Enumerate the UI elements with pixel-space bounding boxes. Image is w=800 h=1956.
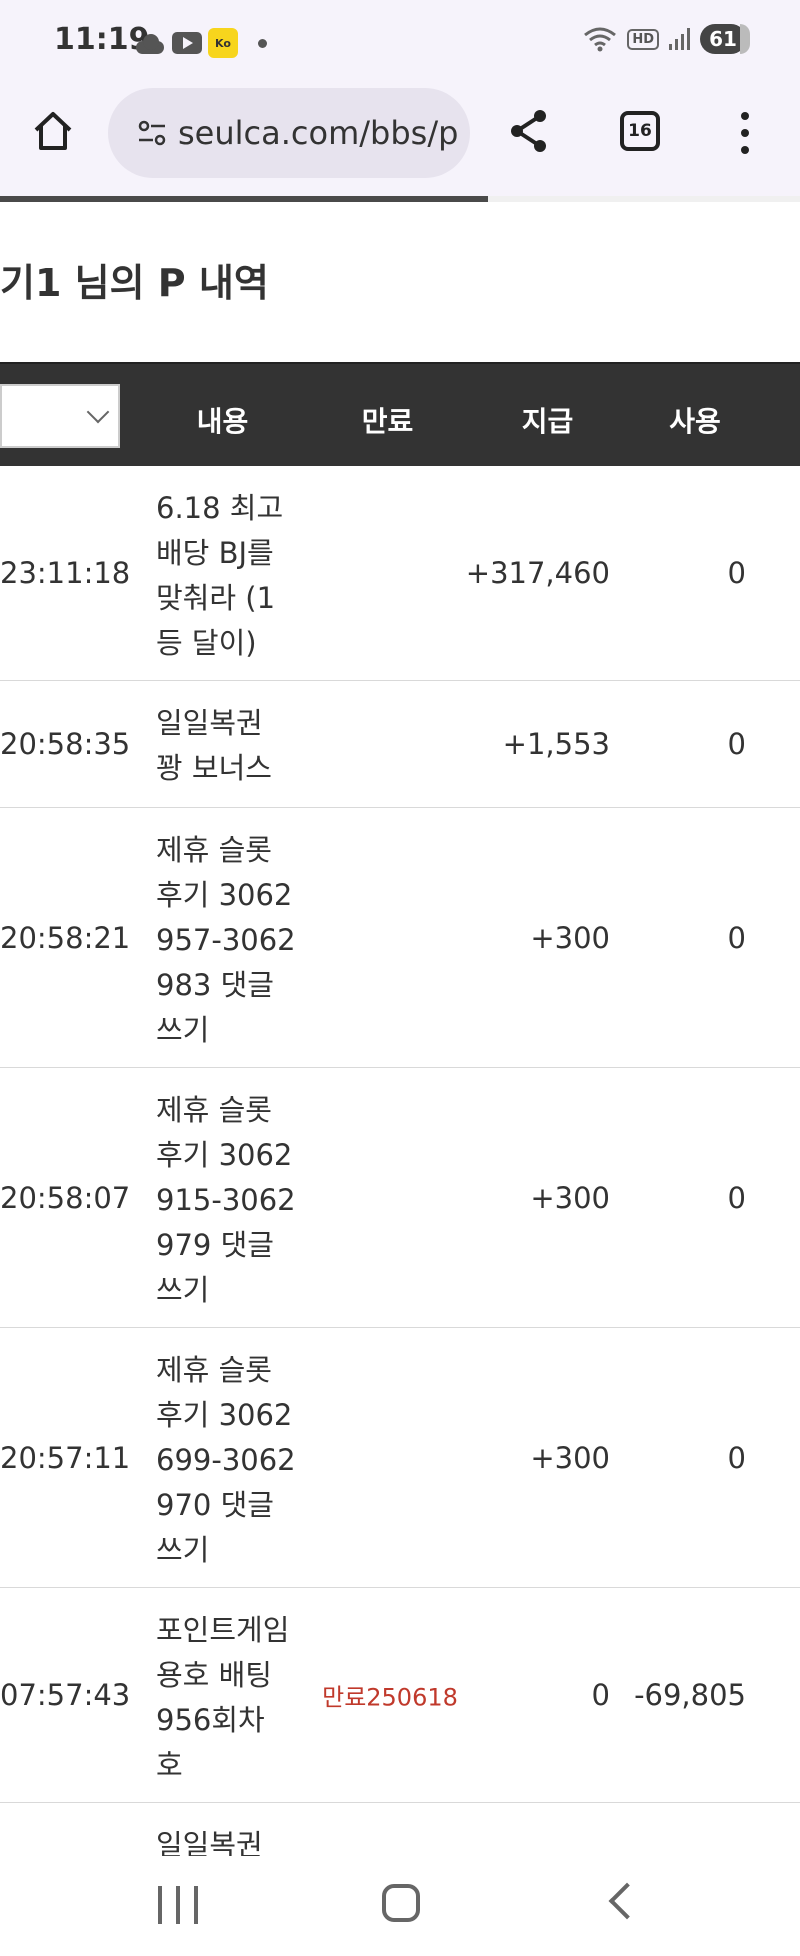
- header-use: 사용: [669, 405, 721, 438]
- row-use: 0: [727, 1180, 746, 1215]
- more-menu-icon[interactable]: [730, 108, 760, 158]
- cloud-icon: [134, 32, 166, 54]
- points-table: 23:11:18 6.18 최고 배당 BJ를 맞춰라 (1등 달이) +317,4…: [0, 466, 800, 1923]
- row-content: 포인트게임 용호 배팅 956회차 호: [156, 1613, 290, 1782]
- page-load-progress: [0, 196, 800, 202]
- header-content: 내용: [196, 405, 249, 438]
- row-use: 0: [727, 727, 746, 761]
- row-use: -69,805: [634, 1678, 746, 1712]
- wifi-icon: [584, 27, 617, 52]
- row-time: 20:57:11: [0, 1440, 131, 1475]
- battery-icon: 61: [700, 24, 750, 54]
- row-time: 20:58:07: [0, 1180, 131, 1215]
- signal-icon: [669, 28, 690, 50]
- row-content: 제휴 슬롯 후기 3062957-3062983 댓글쓰기: [156, 833, 296, 1047]
- system-icons: HD 61: [583, 24, 750, 54]
- header-expire: 만료: [361, 405, 414, 438]
- row-pay: +1,553: [502, 727, 610, 761]
- row-time: 20:58:21: [0, 920, 131, 955]
- row-pay: +300: [530, 1180, 610, 1215]
- table-header: 내용 만료 지급 사용: [0, 362, 800, 466]
- row-content: 제휴 슬롯 후기 3062699-3062970 댓글쓰기: [156, 1353, 296, 1567]
- youtube-icon: [172, 32, 202, 54]
- site-settings-icon[interactable]: [138, 120, 166, 146]
- url-text[interactable]: seulca.com/bbs/p: [178, 114, 458, 152]
- row-content: 일일복권 꽝 보너스: [156, 706, 272, 785]
- status-bar: 11:19 Ko HD 61: [0, 0, 800, 84]
- row-use: 0: [727, 556, 746, 590]
- row-pay: +300: [530, 1440, 610, 1475]
- row-use: 0: [727, 1440, 746, 1475]
- recents-button[interactable]: [158, 1886, 198, 1924]
- tab-switcher-button[interactable]: 16: [620, 111, 660, 151]
- kakao-icon: Ko: [208, 28, 238, 58]
- page-load-progress-fill: [0, 196, 488, 202]
- more-notifications-dot-icon: [258, 38, 267, 48]
- row-time: 23:11:18: [0, 556, 131, 590]
- page-title: 기1 님의 P 내역: [0, 261, 269, 305]
- table-row: 20:58:21 제휴 슬롯 후기 3062957-3062983 댓글쓰기 +30…: [0, 808, 800, 1068]
- home-nav-button[interactable]: [382, 1884, 420, 1922]
- row-pay: +300: [530, 920, 610, 955]
- hd-voice-icon: HD: [627, 28, 659, 50]
- table-row: 20:58:35 일일복권 꽝 보너스 +1,553 0: [0, 681, 800, 808]
- table-row: 20:57:11 제휴 슬롯 후기 3062699-3062970 댓글쓰기 +30…: [0, 1328, 800, 1588]
- notification-icons: Ko: [134, 26, 267, 60]
- table-row: 20:58:07 제휴 슬롯 후기 3062915-3062979 댓글쓰기 +30…: [0, 1068, 800, 1328]
- filter-select[interactable]: [0, 384, 120, 448]
- back-button[interactable]: [608, 1882, 646, 1920]
- header-pay: 지급: [521, 405, 574, 438]
- row-pay: 0: [591, 1678, 610, 1712]
- home-icon[interactable]: [28, 106, 78, 156]
- table-row: 07:57:43 포인트게임 용호 배팅 956회차 호 만료250618 0 -69,…: [0, 1588, 800, 1803]
- row-use: 0: [727, 920, 746, 955]
- system-nav-bar: [0, 1856, 800, 1956]
- row-pay: +317,460: [465, 556, 610, 590]
- row-time: 20:58:35: [0, 727, 131, 761]
- row-content: 제휴 슬롯 후기 3062915-3062979 댓글쓰기: [156, 1093, 296, 1307]
- row-content: 6.18 최고 배당 BJ를 맞춰라 (1등 달이): [156, 491, 284, 660]
- address-bar[interactable]: seulca.com/bbs/p: [108, 88, 470, 178]
- browser-toolbar: seulca.com/bbs/p 16: [0, 84, 800, 196]
- row-expire: 만료250618: [322, 1683, 458, 1712]
- table-row: 23:11:18 6.18 최고 배당 BJ를 맞춰라 (1등 달이) +317,4…: [0, 466, 800, 681]
- chevron-down-icon: [86, 400, 110, 424]
- row-time: 07:57:43: [0, 1678, 131, 1712]
- share-icon[interactable]: [504, 106, 554, 156]
